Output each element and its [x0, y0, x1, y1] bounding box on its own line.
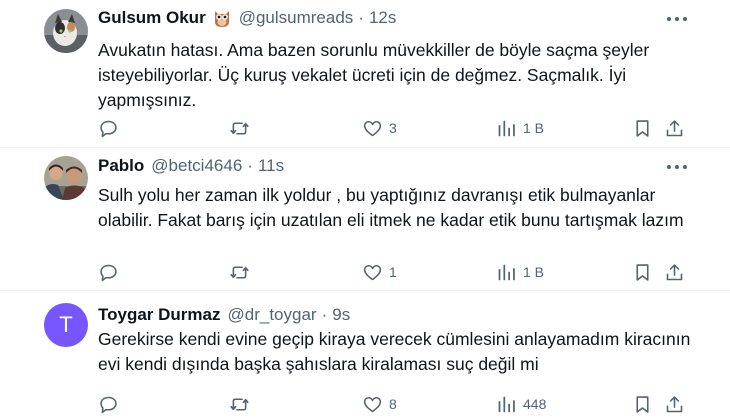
tweet-actions: 3 1 B [98, 116, 698, 140]
views-chart-icon [498, 120, 515, 136]
tweet-text: Sulh yolu her zaman ilk yoldur , bu yapt… [98, 183, 698, 233]
tweet[interactable]: Gulsum Okur @gulsumreads · 12s Avukatın … [0, 0, 730, 148]
share-icon [666, 395, 683, 412]
tweet-text-line: Sulh yolu her zaman ilk yoldur , bu yapt… [98, 185, 656, 205]
tweet-text: Avukatın hatası. Ama bazen sorunlu müvek… [98, 38, 698, 113]
like-count: 1 [389, 264, 397, 280]
reply-icon [100, 264, 117, 281]
retweet-button[interactable] [229, 260, 250, 284]
tweet-header: Pablo @betci4646 · 11s [98, 156, 284, 176]
reply-button[interactable] [98, 116, 119, 140]
views-chart-icon [498, 264, 515, 280]
tweet-actions: 8 448 [98, 392, 698, 416]
separator-dot: · [321, 305, 328, 324]
retweet-button[interactable] [229, 392, 250, 416]
group-photo-avatar-icon [44, 156, 88, 200]
retweet-icon [230, 397, 249, 411]
timestamp[interactable]: 9s [332, 305, 350, 325]
share-button[interactable] [664, 260, 685, 284]
view-count: 1 B [523, 264, 545, 280]
tweet-text-line: olabilir. Fakat barış için uzatılan eli … [98, 210, 684, 230]
timestamp[interactable]: 12s [369, 8, 396, 28]
bookmark-icon [636, 263, 649, 281]
tweet-actions: 1 1 B [98, 260, 698, 284]
views-button[interactable]: 1 B [496, 260, 544, 284]
share-button[interactable] [664, 116, 685, 140]
tweet[interactable]: Pablo @betci4646 · 11s Sulh yolu her zam… [0, 148, 730, 291]
avatar[interactable] [44, 156, 88, 200]
display-name[interactable]: Toygar Durmaz [98, 305, 221, 325]
tweet-header: Gulsum Okur @gulsumreads · 12s [98, 8, 396, 28]
tweet-header: Toygar Durmaz @dr_toygar · 9s [98, 305, 350, 325]
reply-icon [100, 120, 117, 137]
retweet-button[interactable] [229, 116, 250, 140]
separator-dot: · [358, 8, 364, 27]
tweet-text-line: Gerekirse kendi evine geçip kiraya verec… [98, 329, 691, 349]
avatar[interactable] [44, 9, 88, 53]
like-button[interactable]: 8 [362, 392, 397, 416]
bookmark-icon [636, 395, 649, 413]
retweet-icon [230, 265, 249, 279]
timestamp[interactable]: 11s [258, 156, 284, 176]
user-handle[interactable]: @dr_toygar [228, 305, 317, 325]
view-count: 1 B [523, 120, 545, 136]
view-count: 448 [523, 396, 547, 412]
heart-icon [363, 264, 382, 280]
tweet-text-line: yapmışsınız. [98, 90, 197, 110]
bookmark-button[interactable] [632, 116, 653, 140]
views-chart-icon [498, 396, 515, 412]
tweet-text-line: Avukatın hatası. Ama bazen sorunlu müvek… [98, 40, 650, 60]
tweet-text-line: evi kendi dışında başka şahıslara kirala… [98, 354, 539, 374]
like-count: 3 [389, 120, 397, 136]
owl-emoji-icon [212, 8, 232, 28]
bookmark-button[interactable] [632, 260, 653, 284]
more-options-icon[interactable] [666, 157, 688, 177]
user-handle[interactable]: @gulsumreads [239, 8, 354, 28]
views-button[interactable]: 1 B [496, 116, 544, 140]
views-button[interactable]: 448 [496, 392, 546, 416]
separator-dot: · [247, 156, 253, 175]
reply-button[interactable] [98, 260, 119, 284]
like-count: 8 [389, 396, 397, 412]
avatar-letter: T [59, 312, 73, 337]
bookmark-button[interactable] [632, 392, 653, 416]
display-name[interactable]: Gulsum Okur [98, 8, 206, 28]
heart-icon [363, 396, 382, 412]
like-button[interactable]: 1 [362, 260, 397, 284]
display-name[interactable]: Pablo [98, 156, 144, 176]
reply-icon [100, 396, 117, 413]
avatar[interactable]: T [44, 303, 88, 347]
cat-photo-avatar-icon [44, 9, 88, 53]
bookmark-icon [636, 119, 649, 137]
tweet-text-line: isteyebiliyorlar. Üç kuruş vekalet ücret… [98, 65, 627, 85]
share-button[interactable] [664, 392, 685, 416]
share-icon [666, 119, 683, 136]
heart-icon [363, 120, 382, 136]
tweet[interactable]: T Toygar Durmaz @dr_toygar · 9s Gerekirs… [0, 291, 730, 420]
like-button[interactable]: 3 [362, 116, 397, 140]
tweet-text: Gerekirse kendi evine geçip kiraya verec… [98, 327, 698, 377]
more-options-icon[interactable] [666, 9, 688, 29]
retweet-icon [230, 121, 249, 135]
user-handle[interactable]: @betci4646 [151, 156, 242, 176]
share-icon [666, 263, 683, 280]
reply-button[interactable] [98, 392, 119, 416]
